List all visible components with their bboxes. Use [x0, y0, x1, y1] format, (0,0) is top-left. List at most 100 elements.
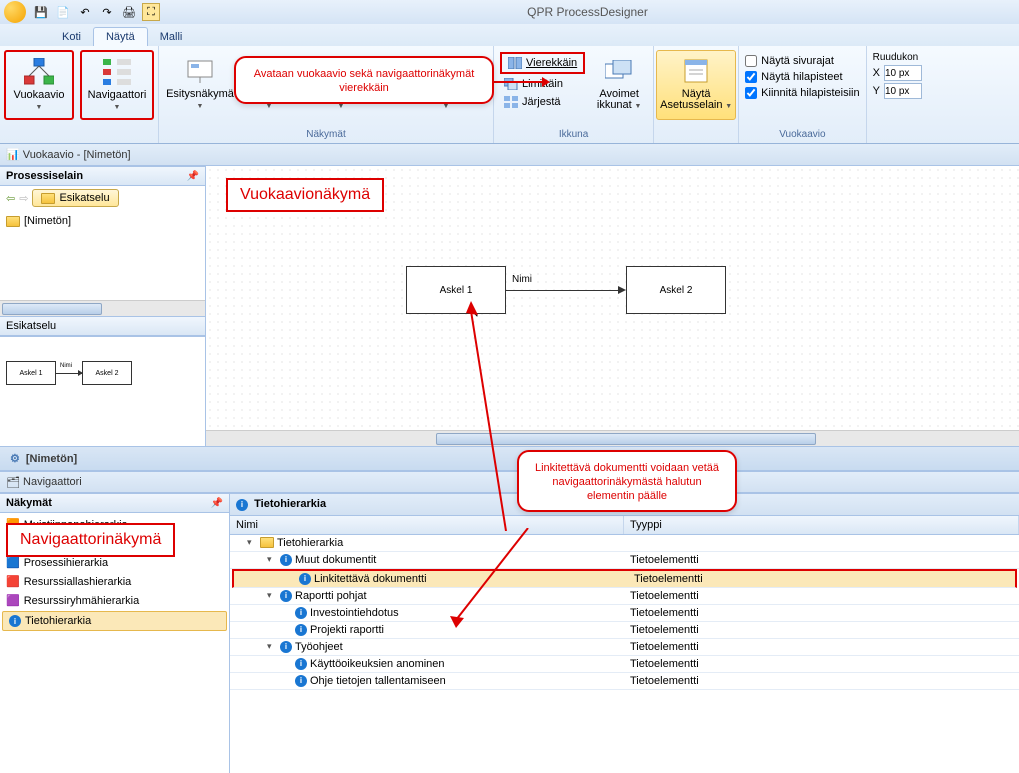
group-ikkuna-label: Ikkuna: [500, 128, 647, 141]
tab-nayta[interactable]: Näytä: [93, 27, 148, 46]
avoimet-ikkunat-button[interactable]: Avoimet ikkunat ▼: [591, 50, 647, 120]
sivurajat-check[interactable]: Näytä sivurajat: [745, 54, 859, 68]
grid-row[interactable]: ▾iMuut dokumentitTietoelementti: [230, 552, 1019, 569]
undo-icon[interactable]: ↶: [76, 3, 94, 21]
ribbon-tabs: Koti Näytä Malli: [0, 24, 1019, 46]
kiinnita-check[interactable]: Kiinnitä hilapisteisiin: [745, 86, 859, 100]
forward-icon[interactable]: ⇨: [19, 192, 28, 205]
app-title: QPR ProcessDesigner: [160, 5, 1015, 19]
redo-icon[interactable]: ↷: [98, 3, 116, 21]
info-icon: i: [299, 573, 311, 585]
nakymat-tietohierarkia[interactable]: iTietohierarkia: [2, 611, 227, 631]
nayta-asetusselain-button[interactable]: Näytä Asetusselain ▼: [656, 50, 736, 120]
vierekkain-button[interactable]: Vierekkäin: [500, 52, 585, 74]
nakymat-pane: Näkymät 📌 Navigaattorinäkymä 🟧Muistiinpa…: [0, 493, 230, 773]
navigator-small-icon: 🗂: [6, 476, 20, 489]
tree-root-item[interactable]: [Nimetön]: [6, 214, 199, 228]
arrow-head-icon: [618, 286, 626, 294]
navigator-icon: [101, 56, 133, 88]
preview-pane: Askel 1 Nimi Askel 2: [0, 336, 205, 446]
hilapisteet-check[interactable]: Näytä hilapisteet: [745, 70, 859, 84]
flowchart-icon: [23, 56, 55, 88]
esitysnakyma-button[interactable]: Esitysnäkymä▼: [165, 50, 235, 120]
grid-row-linkitettava[interactable]: iLinkitettävä dokumenttiTietoelementti: [232, 569, 1017, 588]
doc-header: 📊 Vuokaavio - [Nimetön]: [0, 144, 1019, 166]
gear-icon: ⚙: [10, 452, 20, 465]
connector-label: Nimi: [512, 274, 532, 285]
grid-row[interactable]: ▾iTyöohjeetTietoelementti: [230, 639, 1019, 656]
grid-row[interactable]: ▾Tietohierarkia: [230, 535, 1019, 552]
process-browser-pane: Prosessiselain 📌 ⇦ ⇨ Esikatselu [Nimetön…: [0, 166, 206, 446]
connector[interactable]: [506, 290, 620, 291]
callout-bottom: Linkitettävä dokumentti voidaan vetää na…: [517, 450, 737, 512]
avoimet-label: Avoimet ikkunat: [597, 88, 639, 111]
info-icon: i: [280, 554, 292, 566]
grid-x-input[interactable]: [884, 65, 922, 81]
folder-icon: [6, 216, 20, 227]
info-icon: i: [295, 658, 307, 670]
presentation-icon: [184, 55, 216, 87]
navigaattori-button[interactable]: Navigaattori▼: [80, 50, 154, 120]
pin-icon[interactable]: 📌: [211, 498, 223, 509]
mini-askel2: Askel 2: [82, 361, 132, 385]
tile-h-icon: [508, 56, 522, 70]
tab-malli[interactable]: Malli: [148, 28, 195, 46]
info-icon: i: [295, 675, 307, 687]
vuokaavio-button[interactable]: Vuokaavio▼: [4, 50, 74, 120]
canvas-scrollbar[interactable]: [206, 430, 1019, 446]
vuokaavionakyma-label: Vuokaavionäkymä: [226, 178, 384, 212]
prosessiselain-title: Prosessiselain 📌: [0, 166, 205, 186]
back-icon[interactable]: ⇦: [6, 192, 15, 205]
doc-icon[interactable]: 📄: [54, 3, 72, 21]
grid-row[interactable]: iOhje tietojen tallentamiseenTietoelemen…: [230, 673, 1019, 690]
app-logo[interactable]: [4, 1, 26, 23]
flowchart-small-icon: 📊: [6, 148, 20, 161]
info-icon: i: [280, 641, 292, 653]
ribbon: Vuokaavio▼ Navigaattori▼ Esitysnäkymä▼ E…: [0, 46, 1019, 144]
flowchart-canvas[interactable]: Vuokaavionäkymä Askel 1 Askel 2 Nimi ↖: [206, 166, 1019, 430]
callout-top: Avataan vuokaavio sekä navigaattorinäkym…: [234, 56, 494, 104]
nakymat-item[interactable]: 🟪Resurssiryhmähierarkia: [0, 591, 229, 610]
nakymat-item[interactable]: 🟥Resurssiallashierarkia: [0, 572, 229, 591]
pin-icon[interactable]: 📌: [187, 171, 199, 182]
save-icon[interactable]: 💾: [32, 3, 50, 21]
tietohierarkia-grid: i Tietohierarkia Nimi Tyyppi ▾Tietohiera…: [230, 493, 1019, 773]
collapse-icon[interactable]: ▾: [267, 641, 277, 652]
shape-askel2[interactable]: Askel 2: [626, 266, 726, 314]
info-icon: i: [9, 615, 21, 627]
title-bar: 💾 📄 ↶ ↷ 🖨 ⛶ QPR ProcessDesigner: [0, 0, 1019, 24]
collapse-icon[interactable]: ▾: [247, 537, 257, 548]
mini-askel1: Askel 1: [6, 361, 56, 385]
grid-row[interactable]: iInvestointiehdotusTietoelementti: [230, 605, 1019, 622]
print-icon[interactable]: 🖨: [120, 3, 138, 21]
arrange-icon: [504, 95, 518, 109]
windows-icon: [603, 55, 635, 87]
folder-icon: [260, 537, 274, 548]
collapse-icon[interactable]: ▾: [267, 554, 277, 565]
grid-header: Nimi Tyyppi: [230, 516, 1019, 535]
folder-icon: [41, 193, 55, 204]
jarjesta-button[interactable]: Järjestä: [500, 94, 585, 110]
collapse-icon[interactable]: ▾: [267, 590, 277, 601]
expand-icon[interactable]: ⛶: [142, 3, 160, 21]
preview-title: Esikatselu: [0, 316, 205, 336]
tab-koti[interactable]: Koti: [50, 28, 93, 46]
grid-row[interactable]: iProjekti raporttiTietoelementti: [230, 622, 1019, 639]
col-tyyppi[interactable]: Tyyppi: [624, 516, 1019, 534]
group-vuokaavio-label: Vuokaavio: [745, 128, 859, 141]
grid-row[interactable]: ▾iRaportti pohjatTietoelementti: [230, 588, 1019, 605]
nakymat-title: Näkymät 📌: [0, 493, 229, 513]
grid-row[interactable]: iKäyttöoikeuksien anominenTietoelementti: [230, 656, 1019, 673]
navigaattorinakyma-label: Navigaattorinäkymä: [6, 523, 175, 557]
settings-browser-icon: [680, 55, 712, 87]
group-nakymat-label: Näkymät: [165, 128, 487, 141]
esitysnakyma-label: Esitysnäkymä: [166, 88, 234, 100]
ruudukon-label: Ruudukon: [873, 52, 922, 63]
grid-y-input[interactable]: [884, 83, 922, 99]
info-icon: i: [280, 590, 292, 602]
scrollbar-h[interactable]: [0, 300, 205, 316]
navigaattori-label: Navigaattori: [88, 89, 147, 101]
vuokaavio-label: Vuokaavio: [14, 89, 65, 101]
info-icon: i: [295, 624, 307, 636]
esikatselu-button[interactable]: Esikatselu: [32, 189, 118, 207]
